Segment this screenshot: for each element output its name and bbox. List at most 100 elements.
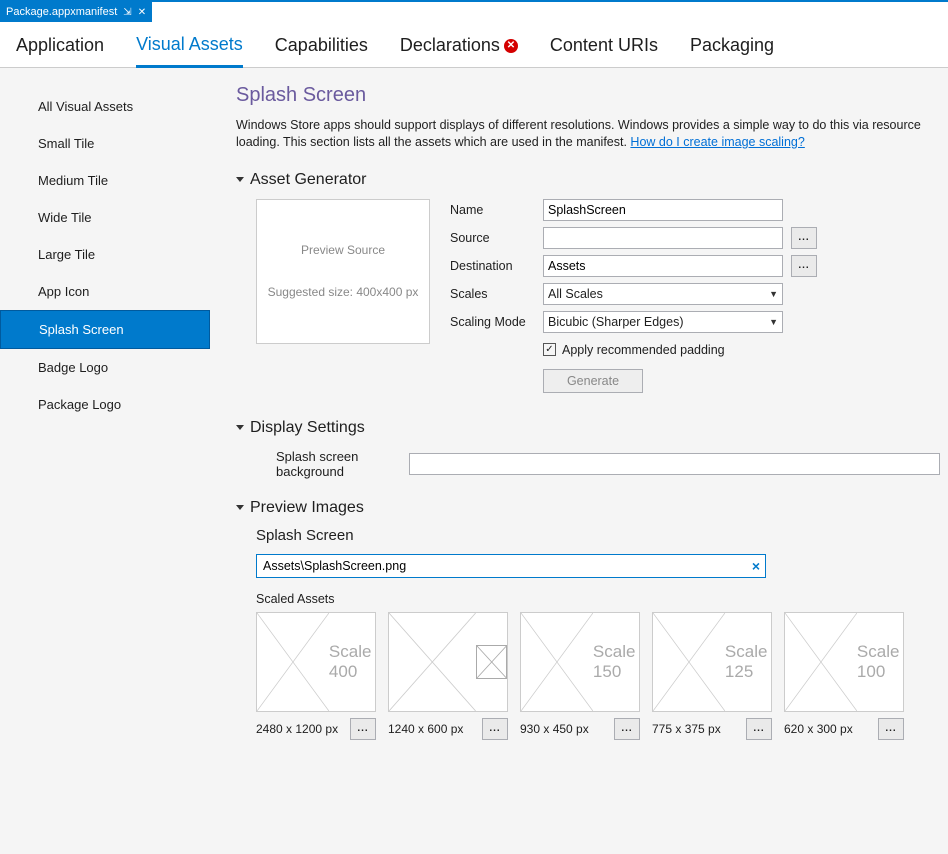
- ellipsis-icon: ...: [489, 723, 500, 734]
- generate-button[interactable]: Generate: [543, 369, 643, 393]
- ellipsis-icon: ...: [753, 723, 764, 734]
- sidebar-item-badge-logo[interactable]: Badge Logo: [0, 349, 210, 386]
- mini-preview: [476, 645, 507, 679]
- scale-browse-button[interactable]: ...: [614, 718, 640, 740]
- scale-preview-box[interactable]: [388, 612, 508, 712]
- document-tab-title: Package.appxmanifest: [6, 6, 117, 18]
- splash-bg-input[interactable]: [409, 453, 940, 475]
- sidebar-item-all-visual-assets[interactable]: All Visual Assets: [0, 88, 210, 125]
- select-value: Bicubic (Sharper Edges): [548, 315, 683, 329]
- padding-label: Apply recommended padding: [562, 343, 725, 357]
- destination-browse-button[interactable]: ...: [791, 255, 817, 277]
- scale-preview-box[interactable]: Scale 400: [256, 612, 376, 712]
- tab-label: Content URIs: [550, 35, 658, 56]
- source-browse-button[interactable]: ...: [791, 227, 817, 249]
- padding-checkbox[interactable]: ✓: [543, 343, 556, 356]
- close-icon[interactable]: ✕: [138, 7, 146, 18]
- chevron-down-icon: [236, 425, 244, 430]
- sidebar-item-medium-tile[interactable]: Medium Tile: [0, 162, 210, 199]
- sidebar-item-label: Badge Logo: [38, 360, 108, 375]
- name-label: Name: [450, 203, 535, 217]
- scales-select[interactable]: All Scales ▼: [543, 283, 783, 305]
- content-area: Splash Screen Windows Store apps should …: [210, 68, 948, 850]
- scale-card: Scale 400 2480 x 1200 px...: [256, 612, 376, 740]
- clear-icon[interactable]: ×: [752, 558, 760, 574]
- tab-declarations[interactable]: Declarations✕: [400, 34, 518, 67]
- scale-dimension: 2480 x 1200 px: [256, 722, 338, 736]
- preview-subheader: Splash Screen: [256, 527, 940, 544]
- section-header-label: Asset Generator: [250, 171, 367, 189]
- scale-browse-button[interactable]: ...: [350, 718, 376, 740]
- tab-capabilities[interactable]: Capabilities: [275, 34, 368, 67]
- preview-line1: Preview Source: [301, 243, 385, 257]
- pin-icon[interactable]: ⇲: [123, 7, 131, 18]
- ellipsis-icon: ...: [885, 723, 896, 734]
- ellipsis-icon: ...: [798, 260, 809, 271]
- tab-content-uris[interactable]: Content URIs: [550, 34, 658, 67]
- document-tab[interactable]: Package.appxmanifest ⇲ ✕: [0, 2, 152, 22]
- scale-browse-button[interactable]: ...: [482, 718, 508, 740]
- section-header-label: Preview Images: [250, 499, 364, 517]
- tab-application[interactable]: Application: [16, 34, 104, 67]
- scale-browse-button[interactable]: ...: [746, 718, 772, 740]
- scale-browse-button[interactable]: ...: [878, 718, 904, 740]
- preview-line2: Suggested size: 400x400 px: [268, 285, 419, 299]
- top-nav-tabs: Application Visual Assets Capabilities D…: [0, 22, 948, 68]
- scale-card: 1240 x 600 px...: [388, 612, 508, 740]
- ellipsis-icon: ...: [621, 723, 632, 734]
- destination-label: Destination: [450, 259, 535, 273]
- name-input[interactable]: [543, 199, 783, 221]
- splash-path-input[interactable]: [256, 554, 766, 578]
- scaling-mode-select[interactable]: Bicubic (Sharper Edges)▼: [543, 311, 783, 333]
- sidebar-item-label: Large Tile: [38, 247, 95, 262]
- sidebar-item-label: Package Logo: [38, 397, 121, 412]
- scale-label: Scale 150: [593, 642, 639, 682]
- display-settings-header[interactable]: Display Settings: [236, 419, 940, 437]
- sidebar-item-label: App Icon: [38, 284, 89, 299]
- source-label: Source: [450, 231, 535, 245]
- scales-label: Scales: [450, 287, 535, 301]
- tab-label: Visual Assets: [136, 34, 243, 55]
- scale-card: Scale 100 620 x 300 px...: [784, 612, 904, 740]
- sidebar-item-app-icon[interactable]: App Icon: [0, 273, 210, 310]
- sidebar-item-large-tile[interactable]: Large Tile: [0, 236, 210, 273]
- help-link[interactable]: How do I create image scaling?: [630, 135, 804, 149]
- sidebar-item-package-logo[interactable]: Package Logo: [0, 386, 210, 423]
- select-value: All Scales: [548, 287, 603, 301]
- scale-card: Scale 150 930 x 450 px...: [520, 612, 640, 740]
- scale-card: Scale 125 775 x 375 px...: [652, 612, 772, 740]
- scale-label: Scale 100: [857, 642, 903, 682]
- sidebar-item-wide-tile[interactable]: Wide Tile: [0, 199, 210, 236]
- tab-label: Capabilities: [275, 35, 368, 56]
- chevron-down-icon: [236, 505, 244, 510]
- scaled-assets-label: Scaled Assets: [256, 592, 940, 606]
- preview-images-header[interactable]: Preview Images: [236, 499, 940, 517]
- ellipsis-icon: ...: [798, 232, 809, 243]
- tab-label: Declarations: [400, 35, 500, 56]
- scale-dimension: 775 x 375 px: [652, 722, 721, 736]
- sidebar-item-splash-screen[interactable]: Splash Screen: [0, 310, 210, 349]
- scales-row: Scale 4002480 x 1200 px...1240 x 600 px.…: [256, 612, 940, 740]
- dropdown-icon: ▼: [769, 289, 778, 299]
- sidebar: All Visual Assets Small Tile Medium Tile…: [0, 68, 210, 850]
- sidebar-item-label: Small Tile: [38, 136, 94, 151]
- scaling-mode-label: Scaling Mode: [450, 315, 535, 329]
- scale-label: Scale 400: [329, 642, 375, 682]
- tab-visual-assets[interactable]: Visual Assets: [136, 34, 243, 68]
- scale-dimension: 620 x 300 px: [784, 722, 853, 736]
- preview-source-box[interactable]: Preview Source Suggested size: 400x400 p…: [256, 199, 430, 344]
- scale-preview-box[interactable]: Scale 150: [520, 612, 640, 712]
- sidebar-item-label: Splash Screen: [39, 322, 124, 337]
- page-title: Splash Screen: [236, 84, 940, 107]
- destination-input[interactable]: [543, 255, 783, 277]
- tab-packaging[interactable]: Packaging: [690, 34, 774, 67]
- section-header-label: Display Settings: [250, 419, 365, 437]
- scale-dimension: 930 x 450 px: [520, 722, 589, 736]
- scale-preview-box[interactable]: Scale 125: [652, 612, 772, 712]
- asset-generator-header[interactable]: Asset Generator: [236, 171, 940, 189]
- sidebar-item-small-tile[interactable]: Small Tile: [0, 125, 210, 162]
- tab-label: Packaging: [690, 35, 774, 56]
- source-input[interactable]: [543, 227, 783, 249]
- description-text: Windows Store apps should support displa…: [236, 118, 921, 149]
- scale-preview-box[interactable]: Scale 100: [784, 612, 904, 712]
